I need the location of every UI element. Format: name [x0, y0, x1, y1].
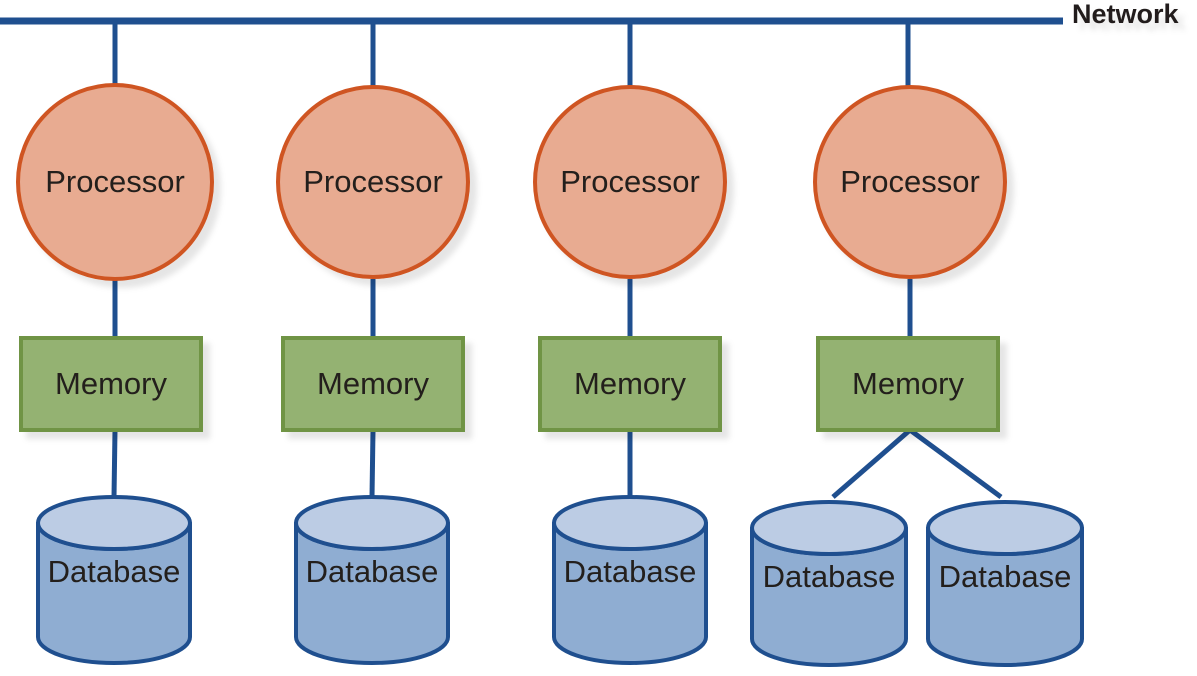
processor-node-4[interactable]: Processor: [813, 85, 1007, 279]
database-label-node-1-1: Database: [48, 554, 181, 589]
processor-node-1[interactable]: Processor: [16, 83, 214, 281]
memory-database-line-node-2-1: [369, 429, 376, 498]
processor-node-3[interactable]: Processor: [533, 85, 727, 279]
memory-label-node-3: Memory: [574, 366, 686, 401]
database-label-node-3-1: Database: [564, 554, 697, 589]
memory-label-node-2: Memory: [317, 366, 429, 401]
database-top-ellipse-node-3-1[interactable]: [552, 495, 708, 551]
node-group-node-4: Processor Memory Database Database: [750, 85, 1084, 667]
database-node-4-1[interactable]: Database: [750, 500, 908, 667]
network-bus-group: Network: [0, 0, 1180, 29]
processor-node-2[interactable]: Processor: [276, 85, 470, 279]
memory-node-2[interactable]: Memory: [281, 336, 465, 432]
network-label: Network: [1072, 0, 1180, 29]
database-top-ellipse-node-1-1[interactable]: [36, 495, 192, 551]
database-top-ellipse-node-2-1[interactable]: [294, 495, 450, 551]
architecture-diagram: Network Processor Memory Database Processor M…: [0, 0, 1180, 667]
database-node-2-1[interactable]: Database: [294, 495, 450, 665]
database-top-ellipse-node-4-2[interactable]: [926, 500, 1084, 556]
node-group-node-3: Processor Memory Database: [533, 85, 727, 665]
database-label-node-2-1: Database: [306, 554, 439, 589]
memory-database-line-node-4-2: [908, 427, 1003, 500]
memory-label-node-1: Memory: [55, 366, 167, 401]
database-node-3-1[interactable]: Database: [552, 495, 708, 665]
memory-node-1[interactable]: Memory: [19, 336, 203, 432]
database-label-node-4-1: Database: [763, 559, 896, 594]
memory-node-3[interactable]: Memory: [538, 336, 722, 432]
node-group-node-2: Processor Memory Database: [276, 85, 470, 665]
memory-database-line-node-1-1: [111, 429, 118, 498]
node-group-node-1: Processor Memory Database: [16, 83, 214, 665]
database-label-node-4-2: Database: [939, 559, 1072, 594]
memory-label-node-4: Memory: [852, 366, 964, 401]
database-node-1-1[interactable]: Database: [36, 495, 192, 665]
processor-label-node-4: Processor: [840, 164, 980, 199]
diagram-canvas: Network Processor Memory Database Processor M…: [0, 0, 1197, 676]
memory-database-line-node-4-1: [831, 428, 912, 499]
memory-node-4[interactable]: Memory: [816, 336, 1000, 432]
processor-label-node-2: Processor: [303, 164, 443, 199]
database-top-ellipse-node-4-1[interactable]: [750, 500, 908, 556]
database-node-4-2[interactable]: Database: [926, 500, 1084, 667]
processor-label-node-1: Processor: [45, 164, 185, 199]
processor-label-node-3: Processor: [560, 164, 700, 199]
